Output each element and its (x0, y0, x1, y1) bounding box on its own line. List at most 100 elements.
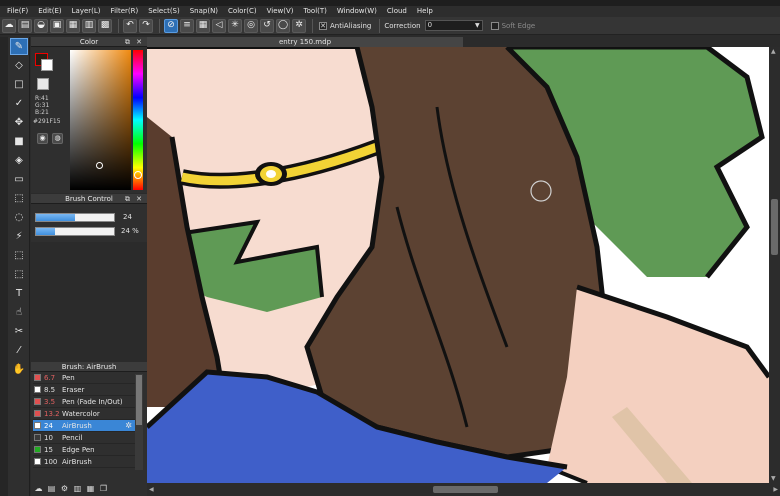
red-value: R:41 (35, 95, 49, 102)
correction-select[interactable]: 0 ▼ (424, 20, 483, 31)
panel-buttons[interactable]: ⧉ ✕ (125, 37, 144, 47)
no-snap-icon[interactable]: ⊘ (164, 18, 178, 33)
grid-snap-icon[interactable]: ▦ (196, 18, 210, 33)
horizontal-scrollbar[interactable]: ◀ ▶ (147, 483, 780, 496)
scroll-up-icon[interactable]: ▲ (771, 48, 776, 55)
image-icon[interactable]: ▦ (66, 18, 80, 33)
brush-name: Watercolor (62, 409, 100, 418)
brush-opacity-slider[interactable] (35, 227, 115, 236)
hue-slider[interactable] (133, 50, 143, 190)
lasso-tool-icon[interactable]: ◌ (10, 209, 28, 226)
gradient-tool-icon[interactable]: ▭ (10, 171, 28, 188)
curve-snap-icon[interactable]: ↺ (260, 18, 274, 33)
delete-brush-icon[interactable]: ▥ (72, 483, 83, 494)
toolbar-divider (312, 18, 313, 33)
check-tool-icon[interactable]: ✓ (10, 95, 28, 112)
color-settings-icon[interactable]: ◍ (52, 133, 63, 144)
circle-snap-icon[interactable]: ◎ (244, 18, 258, 33)
drawing-canvas[interactable] (147, 47, 769, 483)
brush-item[interactable]: 100 AirBrush (33, 456, 135, 468)
cloud-icon[interactable]: ☁ (2, 18, 16, 33)
panel-buttons[interactable]: ⧉ ✕ (125, 194, 144, 204)
scroll-right-icon[interactable]: ▶ (773, 486, 778, 493)
magic-wand-tool-icon[interactable]: ⚡ (10, 228, 28, 245)
select-tool-icon[interactable]: ⬚ (10, 190, 28, 207)
menu-help[interactable]: Help (412, 6, 438, 17)
grid-icon[interactable]: ▩ (98, 18, 112, 33)
settings-snap-icon[interactable]: ✲ (292, 18, 306, 33)
menu-window[interactable]: Window(W) (332, 6, 382, 17)
scroll-down-icon[interactable]: ▼ (771, 475, 776, 482)
antialiasing-checkbox[interactable]: ✕ (319, 21, 327, 30)
new-brush-icon[interactable]: ▤ (46, 483, 57, 494)
eraser-tool-icon[interactable]: ◇ (10, 57, 28, 74)
radial-snap-icon[interactable]: ✳ (228, 18, 242, 33)
menu-select[interactable]: Select(S) (143, 6, 185, 17)
eyedropper-tool-icon[interactable]: ⁄ (10, 342, 28, 359)
scroll-left-icon[interactable]: ◀ (149, 486, 154, 493)
vertical-scrollbar[interactable]: ▲ ▼ (769, 47, 780, 483)
ellipse-snap-icon[interactable]: ◯ (276, 18, 290, 33)
brush-opacity-value[interactable]: 24 % (121, 227, 139, 236)
palette-icon[interactable]: ◉ (37, 133, 48, 144)
brush-item[interactable]: 24 AirBrush ✲ (33, 420, 135, 432)
menu-view[interactable]: View(V) (262, 6, 299, 17)
horizontal-scrollbar-thumb[interactable] (433, 486, 498, 493)
brush-tool-icon[interactable]: ✎ (10, 38, 28, 55)
brush-size-value[interactable]: 24 (123, 213, 132, 222)
green-value: G:31 (35, 102, 50, 109)
menu-file[interactable]: File(F) (2, 6, 33, 17)
bucket-tool-icon[interactable]: ◈ (10, 152, 28, 169)
menu-filter[interactable]: Filter(R) (106, 6, 144, 17)
transparent-color-swatch[interactable] (37, 78, 49, 90)
move-tool-icon[interactable]: ✥ (10, 114, 28, 131)
copy-brush-icon[interactable]: ❐ (98, 483, 109, 494)
brush-item[interactable]: 13.2 Watercolor (33, 408, 135, 420)
menu-tool[interactable]: Tool(T) (299, 6, 332, 17)
menu-cloud[interactable]: Cloud (382, 6, 412, 17)
hand-tool-icon[interactable]: ✋ (10, 361, 28, 378)
select-eraser-tool-icon[interactable]: ⬚ (10, 266, 28, 283)
hue-cursor[interactable] (134, 171, 142, 179)
perspective-snap-icon[interactable]: ◁ (212, 18, 226, 33)
layers-icon[interactable]: ▥ (82, 18, 96, 33)
brush-item[interactable]: 10 Pencil (33, 432, 135, 444)
divide-tool-icon[interactable]: ✂ (10, 323, 28, 340)
brush-list-scrollbar[interactable] (135, 374, 143, 470)
vertical-scrollbar-thumb[interactable] (771, 199, 778, 255)
menu-edit[interactable]: Edit(E) (33, 6, 66, 17)
cloud-brush-icon[interactable]: ☁ (33, 483, 44, 494)
chat-icon[interactable]: ◒ (34, 18, 48, 33)
redo-icon[interactable]: ↷ (139, 18, 153, 33)
undo-icon[interactable]: ↶ (123, 18, 137, 33)
brush-item[interactable]: 15 Edge Pen (33, 444, 135, 456)
brush-color-swatch (34, 374, 41, 381)
document-tab[interactable]: entry 150.mdp (147, 37, 463, 47)
menu-layer[interactable]: Layer(L) (67, 6, 106, 17)
brush-item[interactable]: 3.5 Pen (Fade In/Out) (33, 396, 135, 408)
antialiasing-label: AntiAliasing (330, 21, 372, 30)
brush-settings-icon[interactable]: ⚙ (59, 483, 70, 494)
fill-rect-tool-icon[interactable]: ■ (10, 133, 28, 150)
left-edge-strip (0, 37, 8, 496)
brush-item[interactable]: 6.7 Pen (33, 372, 135, 384)
brush-size-slider[interactable] (35, 213, 115, 222)
menu-color[interactable]: Color(C) (223, 6, 262, 17)
brush-settings-icon[interactable]: ✲ (125, 421, 132, 430)
text-tool-icon[interactable]: T (10, 285, 28, 302)
operation-tool-icon[interactable]: ☝ (10, 304, 28, 321)
menu-snap[interactable]: Snap(N) (185, 6, 223, 17)
sv-cursor[interactable] (96, 162, 103, 169)
background-color-swatch[interactable] (41, 59, 53, 71)
new-file-icon[interactable]: ▤ (18, 18, 32, 33)
soft-edge-checkbox[interactable] (490, 21, 499, 30)
scrollbar-thumb[interactable] (136, 375, 142, 425)
folder-icon[interactable]: ▦ (85, 483, 96, 494)
parallel-snap-icon[interactable]: ≡ (180, 18, 194, 33)
select-pen-tool-icon[interactable]: ⬚ (10, 247, 28, 264)
brush-item[interactable]: 8.5 Eraser (33, 384, 135, 396)
rect-select-tool-icon[interactable]: □ (10, 76, 28, 93)
save-icon[interactable]: ▣ (50, 18, 64, 33)
saturation-value-picker[interactable] (70, 50, 131, 190)
brush-size: 10 (44, 433, 53, 442)
